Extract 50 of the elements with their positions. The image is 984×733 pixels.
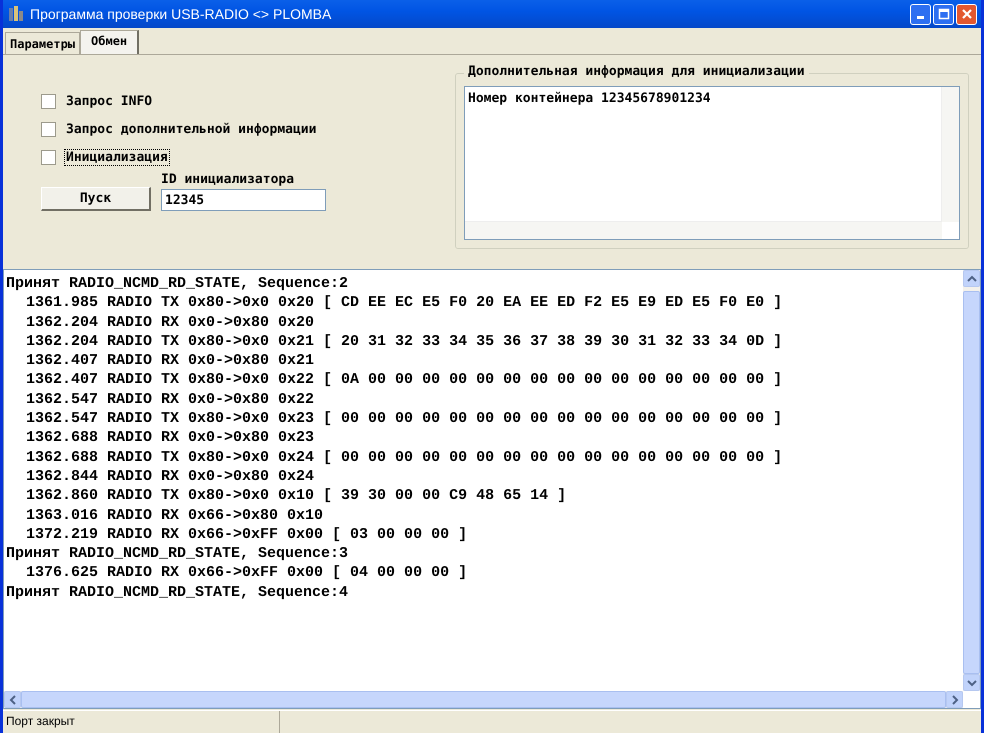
checkbox[interactable] bbox=[41, 150, 56, 165]
maximize-icon bbox=[938, 8, 950, 20]
scroll-down-button[interactable] bbox=[963, 674, 980, 691]
status-text: Порт закрыт bbox=[3, 711, 280, 733]
vertical-scrollbar[interactable] bbox=[941, 87, 959, 222]
tab[interactable]: Обмен bbox=[80, 30, 140, 54]
log-line: 1362.547 RADIO TX 0x80->0x0 0x23 [ 00 00 00 00 00 00 00 00 00 00 00 00 00 00 00 00 ] bbox=[25, 409, 784, 428]
minimize-icon bbox=[917, 16, 924, 18]
minimize-button[interactable] bbox=[910, 4, 931, 24]
log-line: Принят RADIO_NCMD_RD_STATE, Sequence:2 bbox=[6, 274, 350, 294]
scroll-left-button[interactable] bbox=[4, 691, 21, 708]
log-line: 1362.688 RADIO RX 0x0->0x80 0x23 bbox=[25, 428, 316, 448]
checkbox-label[interactable]: Запрос INFO bbox=[64, 93, 154, 110]
initiator-id-field[interactable]: 12345 bbox=[161, 189, 326, 211]
start-button[interactable]: Пуск bbox=[41, 187, 151, 211]
field-label: ID инициализатора bbox=[161, 172, 296, 187]
log-line: 1361.985 RADIO TX 0x80->0x0 0x20 [ CD EE EC E5 F0 20 EA EE ED F2 E5 E9 ED E5 F0 E0 ] bbox=[25, 293, 784, 313]
info-text-area[interactable]: Номер контейнера 12345678901234 bbox=[464, 86, 960, 240]
group-title: Дополнительная информация для инициализации bbox=[464, 64, 809, 79]
checkbox[interactable] bbox=[41, 94, 56, 109]
log-line: 1362.844 RADIO RX 0x0->0x80 0x24 bbox=[25, 466, 316, 486]
log-line: Принят RADIO_NCMD_RD_STATE, Sequence:3 bbox=[6, 544, 350, 564]
chevron-left-icon bbox=[8, 694, 16, 704]
log-line: 1362.204 RADIO RX 0x0->0x80 0x20 bbox=[25, 312, 316, 332]
tab[interactable]: Параметры bbox=[5, 32, 80, 54]
checkbox[interactable] bbox=[41, 122, 56, 137]
chevron-down-icon bbox=[966, 678, 976, 686]
log-line: 1372.219 RADIO RX 0x66->0xFF 0x00 [ 03 00 00 00 ] bbox=[25, 524, 468, 544]
close-button[interactable] bbox=[956, 4, 977, 24]
checkbox-label[interactable]: Инициализация bbox=[64, 149, 170, 166]
app-icon bbox=[7, 5, 25, 23]
log-line: 1376.625 RADIO RX 0x66->0xFF 0x00 [ 04 00 00 00 ] bbox=[25, 563, 468, 583]
chevron-up-icon bbox=[966, 274, 976, 282]
log-line: 1362.688 RADIO TX 0x80->0x0 0x24 [ 00 00 00 00 00 00 00 00 00 00 00 00 00 00 00 00 ] bbox=[25, 448, 784, 467]
chevron-right-icon bbox=[950, 694, 958, 704]
checkbox-label[interactable]: Запрос дополнительной информации bbox=[64, 121, 318, 138]
log-line: Принят RADIO_NCMD_RD_STATE, Sequence:4 bbox=[6, 582, 350, 602]
horizontal-scrollbar[interactable] bbox=[465, 221, 942, 239]
log-line: 1362.407 RADIO TX 0x80->0x0 0x22 [ 0A 00 00 00 00 00 00 00 00 00 00 00 00 00 00 00 ] bbox=[25, 370, 784, 390]
log-line: 1362.860 RADIO TX 0x80->0x0 0x10 [ 39 30 00 00 C9 48 65 14 ] bbox=[25, 486, 568, 506]
log-line: 1362.204 RADIO TX 0x80->0x0 0x21 [ 20 31 32 33 34 35 36 37 38 39 30 31 32 33 34 0D ] bbox=[25, 332, 784, 352]
log-line: 1363.016 RADIO RX 0x66->0x80 0x10 bbox=[25, 506, 324, 525]
window-title: Программа проверки USB-RADIO <> PLOMBA bbox=[30, 6, 332, 22]
log-line: 1362.547 RADIO RX 0x0->0x80 0x22 bbox=[25, 390, 316, 410]
log-line: 1362.407 RADIO RX 0x0->0x80 0x21 bbox=[25, 351, 316, 370]
maximize-button[interactable] bbox=[933, 4, 954, 24]
close-icon bbox=[960, 8, 972, 20]
scroll-right-button[interactable] bbox=[946, 691, 963, 708]
scroll-up-button[interactable] bbox=[963, 270, 980, 287]
info-text: Номер контейнера 12345678901234 bbox=[467, 90, 712, 108]
